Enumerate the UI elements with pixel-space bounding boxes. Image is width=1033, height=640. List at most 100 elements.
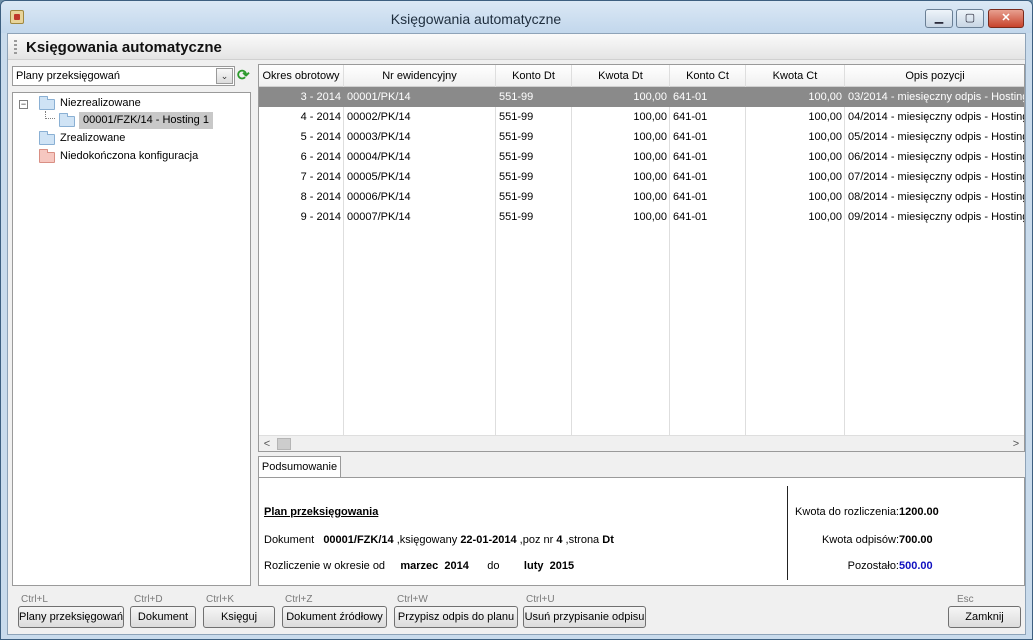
- debit-account-cell: 551-99: [499, 91, 534, 103]
- side-label: ,strona: [565, 534, 600, 546]
- table-row[interactable]: 7 - 2014 00005/PK/14 551-99 100,00 641-01 100…: [259, 167, 1024, 187]
- scroll-thumb[interactable]: [277, 438, 291, 450]
- record-number-cell: 00003/PK/14: [347, 131, 411, 143]
- tree-node-niezrealizowane[interactable]: − Niezrealizowane: [13, 95, 243, 112]
- amount-value: 1200.00: [899, 506, 939, 518]
- table-row[interactable]: 5 - 2014 00003/PK/14 551-99 100,00 641-01 100…: [259, 127, 1025, 147]
- debit-account-cell: 551-99: [499, 131, 534, 143]
- hotkey-hint: Ctrl+U: [526, 594, 555, 605]
- to-year: 2015: [549, 560, 575, 572]
- horizontal-scrollbar[interactable]: < >: [259, 435, 1024, 451]
- credit-account-cell: 641-01: [673, 211, 708, 223]
- debit-amount-cell: 100,00: [633, 151, 667, 163]
- record-number-cell: 00004/PK/14: [347, 151, 411, 163]
- column-header[interactable]: Konto Ct: [670, 65, 746, 87]
- tab-podsumowanie[interactable]: Podsumowanie: [258, 456, 341, 478]
- debit-account-cell: 551-99: [499, 211, 534, 223]
- credit-amount-cell: 100,00: [808, 131, 842, 143]
- tree-node-hosting[interactable]: 00001/FZK/14 - Hosting 1: [13, 112, 243, 129]
- hotkey-hint: Ctrl+L: [21, 594, 48, 605]
- folder-icon: [39, 96, 55, 110]
- table-row[interactable]: 8 - 2014 00006/PK/14 551-99 100,00 641-01 100…: [259, 187, 1025, 207]
- period-cell: 4 - 2014: [300, 111, 341, 123]
- credit-amount-cell: 100,00: [808, 171, 842, 183]
- close-button[interactable]: ✕: [988, 9, 1024, 28]
- client-area: Księgowania automatyczne Plany przeksięg…: [7, 33, 1026, 635]
- writeoff-label: Kwota odpisów:: [821, 534, 899, 546]
- folder-icon: [39, 131, 55, 145]
- period-cell: 8 - 2014: [300, 191, 341, 203]
- position-number: 4: [556, 534, 563, 546]
- description-cell: 08/2014 - miesięczny odpis - Hosting 1: [848, 191, 1025, 203]
- refresh-icon[interactable]: ⟳: [237, 68, 252, 83]
- record-number-cell: 00007/PK/14: [347, 211, 411, 223]
- column-header[interactable]: Okres obrotowy: [259, 65, 344, 87]
- hotkey-hint: Ctrl+D: [134, 594, 163, 605]
- plan-selector-value: Plany przeksięgowań: [16, 70, 120, 82]
- description-cell: 04/2014 - miesięczny odpis - Hosting 1: [848, 111, 1025, 123]
- period-cell: 6 - 2014: [300, 151, 341, 163]
- post-button[interactable]: Księguj: [203, 606, 275, 628]
- tree-node-label: Zrealizowane: [60, 132, 126, 144]
- document-button[interactable]: Dokument: [130, 606, 196, 628]
- folder-icon: [59, 113, 75, 127]
- period-line: Rozliczenie w okresie od marzec 2014 do …: [264, 560, 574, 572]
- scroll-right-icon[interactable]: >: [1008, 436, 1024, 451]
- title-bar[interactable]: Księgowania automatyczne ▁ ▢ ✕: [1, 1, 1032, 33]
- credit-account-cell: 641-01: [673, 151, 708, 163]
- remove-assignment-button[interactable]: Usuń przypisanie odpisu: [523, 606, 646, 628]
- credit-amount-cell: 100,00: [808, 211, 842, 223]
- scroll-left-icon[interactable]: <: [259, 436, 275, 451]
- plan-selector[interactable]: Plany przeksięgowań ⌄: [12, 66, 235, 86]
- collapse-icon[interactable]: −: [19, 100, 28, 109]
- table-row[interactable]: 9 - 2014 00007/PK/14 551-99 100,00 641-01 100…: [259, 207, 1024, 227]
- credit-amount-cell: 100,00: [808, 191, 842, 203]
- tree-node-zrealizowane[interactable]: Zrealizowane: [13, 130, 243, 147]
- summary-panel: Plan przeksięgowania Dokument 00001/FZK/…: [258, 477, 1025, 586]
- remaining-value: 500.00: [899, 560, 933, 572]
- postings-grid: Okres obrotowy Nr ewidencyjny Konto Dt K…: [258, 64, 1025, 452]
- document-line: Dokument 00001/FZK/14 ,księgowany 22-01-…: [264, 534, 614, 546]
- minimize-button[interactable]: ▁: [925, 9, 953, 28]
- hotkey-hint: Ctrl+W: [397, 594, 428, 605]
- description-cell: 03/2014 - miesięczny odpis - Hosting 1: [848, 91, 1025, 103]
- credit-account-cell: 641-01: [673, 91, 708, 103]
- debit-amount-cell: 100,00: [633, 171, 667, 183]
- tree-node-niedokonczona[interactable]: Niedokończona konfiguracja: [13, 148, 243, 165]
- record-number-cell: 00001/PK/14: [347, 91, 411, 103]
- table-row[interactable]: 6 - 2014 00004/PK/14 551-99 100,00 641-01 100…: [259, 147, 1024, 167]
- plans-button[interactable]: Plany przeksięgowań: [18, 606, 124, 628]
- source-document-button[interactable]: Dokument źródłowy: [282, 606, 387, 628]
- table-row[interactable]: 4 - 2014 00002/PK/14 551-99 100,00 641-01 100…: [259, 107, 1025, 127]
- description-cell: 05/2014 - miesięczny odpis - Hosting 1: [848, 131, 1025, 143]
- assign-writeoff-button[interactable]: Przypisz odpis do planu: [394, 606, 518, 628]
- module-header: Księgowania automatyczne: [8, 34, 1025, 60]
- to-month: luty: [523, 560, 544, 572]
- column-header[interactable]: Nr ewidencyjny: [344, 65, 496, 87]
- booked-label: ,księgowany: [396, 534, 458, 546]
- hotkey-hint: Ctrl+Z: [285, 594, 313, 605]
- period-cell: 3 - 2014: [300, 91, 341, 103]
- column-header[interactable]: Opis pozycji: [845, 65, 1024, 87]
- debit-account-cell: 551-99: [499, 191, 534, 203]
- column-header[interactable]: Kwota Dt: [572, 65, 670, 87]
- from-year: 2014: [444, 560, 469, 572]
- doc-label: Dokument: [264, 534, 315, 546]
- credit-amount-cell: 100,00: [808, 91, 842, 103]
- column-header[interactable]: Konto Dt: [496, 65, 572, 87]
- debit-amount-cell: 100,00: [633, 111, 667, 123]
- record-number-cell: 00006/PK/14: [347, 191, 411, 203]
- period-cell: 9 - 2014: [300, 211, 341, 223]
- chevron-down-icon[interactable]: ⌄: [216, 68, 233, 84]
- credit-account-cell: 641-01: [673, 111, 708, 123]
- side-value: Dt: [602, 534, 614, 546]
- table-row[interactable]: 3 - 2014 00001/PK/14 551-99 100,00 641-01 100…: [259, 87, 1025, 107]
- debit-account-cell: 551-99: [499, 111, 534, 123]
- column-header[interactable]: Kwota Ct: [746, 65, 845, 87]
- maximize-button[interactable]: ▢: [956, 9, 984, 28]
- application-window: Księgowania automatyczne ▁ ▢ ✕ Księgowan…: [0, 0, 1033, 640]
- window-title: Księgowania automatyczne: [390, 11, 562, 27]
- tree-node-label: Niezrealizowane: [60, 97, 141, 109]
- hotkey-hint: Ctrl+K: [206, 594, 235, 605]
- close-dialog-button[interactable]: Zamknij: [948, 606, 1021, 628]
